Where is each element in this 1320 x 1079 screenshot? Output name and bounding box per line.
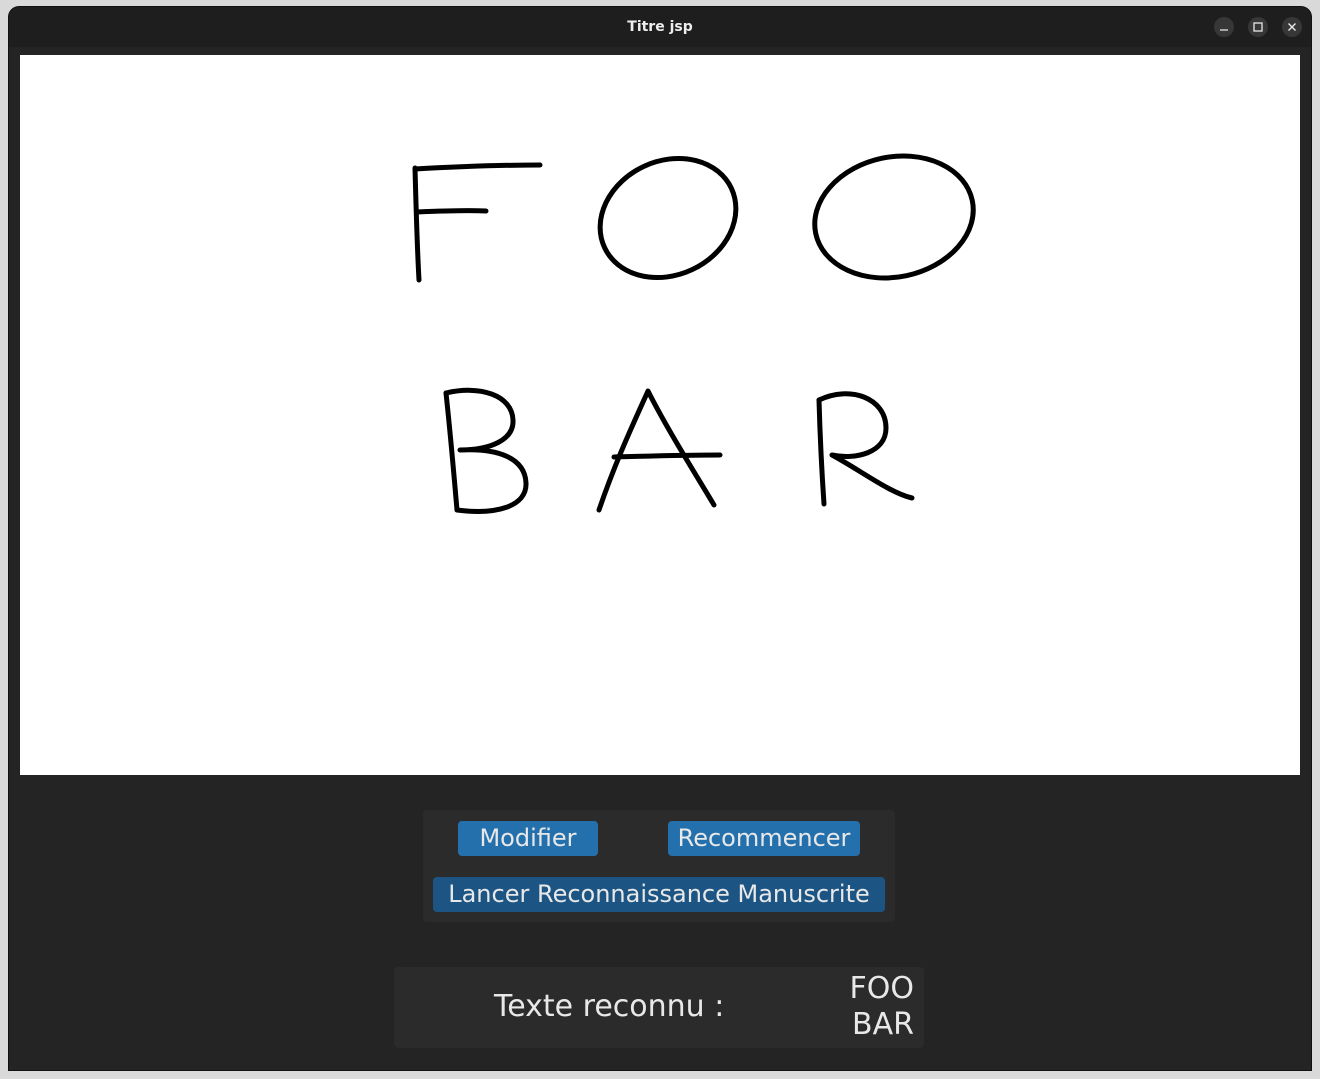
handwritten-letter-o — [812, 153, 976, 281]
handwritten-letter-a — [596, 388, 723, 513]
handwritten-letter-b — [443, 387, 529, 514]
minimize-button[interactable] — [1214, 17, 1234, 37]
close-icon — [1288, 23, 1296, 31]
window-title: Titre jsp — [627, 19, 693, 35]
result-panel: Texte reconnu : FOO BAR — [394, 967, 924, 1048]
controls-panel: Modifier Recommencer Lancer Reconnaissan… — [423, 810, 895, 922]
modifier-button[interactable]: Modifier — [458, 821, 598, 856]
handwritten-letter-r — [816, 391, 915, 507]
drawing-canvas[interactable] — [20, 55, 1300, 775]
title-bar[interactable]: Titre jsp — [9, 7, 1311, 47]
handwriting-drawing — [412, 153, 976, 514]
minimize-icon — [1220, 29, 1228, 31]
recommencer-button[interactable]: Recommencer — [668, 821, 860, 856]
close-button[interactable] — [1282, 17, 1302, 37]
maximize-button[interactable] — [1248, 17, 1268, 37]
recognized-text: FOO BAR — [849, 971, 914, 1042]
handwritten-letter-f — [412, 162, 543, 283]
maximize-icon — [1253, 22, 1263, 32]
result-label: Texte reconnu : — [494, 989, 725, 1024]
lancer-reconnaissance-button[interactable]: Lancer Reconnaissance Manuscrite — [433, 877, 885, 912]
app-window: Titre jsp Modifier Recommencer Lancer Re… — [9, 7, 1311, 1070]
handwritten-letter-o — [597, 155, 739, 281]
